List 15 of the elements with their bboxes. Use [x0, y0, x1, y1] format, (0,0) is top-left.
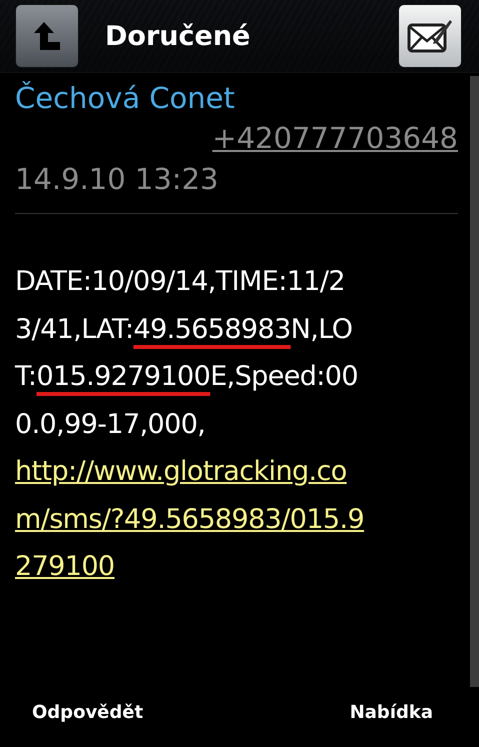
scroll-bar[interactable] — [470, 76, 479, 687]
phone-link[interactable]: +420777703648 — [212, 117, 458, 159]
back-button[interactable] — [15, 4, 79, 68]
message-link[interactable]: 279100 — [15, 551, 114, 582]
screen-title: Doručené — [105, 20, 250, 52]
message-link[interactable]: http://www.glotracking.co — [15, 456, 347, 487]
sender-name: Čechová Conet — [15, 80, 236, 117]
reply-softkey[interactable]: Odpovědět — [32, 702, 144, 722]
menu-softkey[interactable]: Nabídka — [350, 702, 433, 722]
envelope-pen-icon — [407, 17, 453, 55]
up-arrow-icon — [34, 22, 60, 50]
timestamp: 14.9.10 13:23 — [15, 161, 220, 198]
compose-button[interactable] — [398, 4, 462, 68]
message-text: DATE:10/09/14,TIME:11/2 3/41,LAT:49.5658983N,LO T:015.9279100E,Speed:00 0.0,99-17,000, http://www.glotracking.co m/sms/?49.5658983/015.9 279100 — [15, 265, 366, 584]
message-link[interactable]: m/sms/?49.5658983/015.9 — [15, 504, 364, 534]
